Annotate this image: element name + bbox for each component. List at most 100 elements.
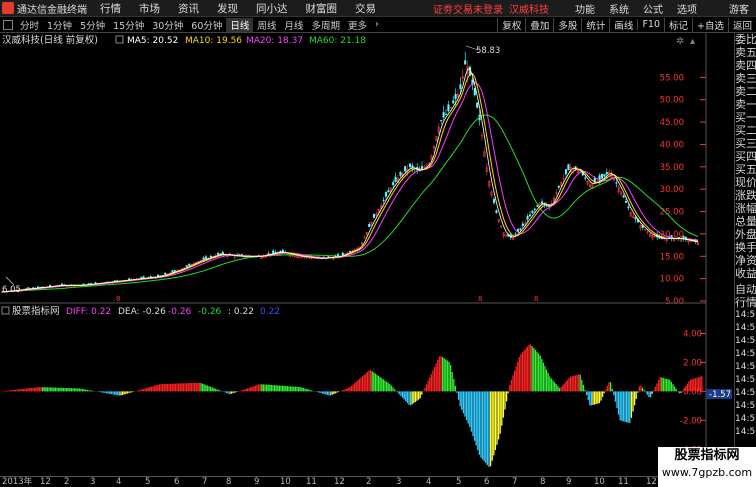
quote-panel-row: 14:56: [735, 427, 756, 437]
low-pointer: [5, 276, 15, 286]
candle-body: [531, 210, 534, 214]
candle-body: [514, 233, 517, 235]
candle-body: [548, 205, 551, 208]
back-button[interactable]: 返回: [727, 17, 756, 32]
date-tick: 2013年: [2, 477, 33, 487]
collapse-icon[interactable]: ▴: [690, 36, 695, 47]
menu-news[interactable]: 资讯: [169, 1, 208, 16]
overlay-button[interactable]: 叠加: [525, 17, 553, 32]
candle-body: [408, 163, 412, 168]
tab-5min[interactable]: 5分钟: [76, 18, 109, 32]
price-tick-label: 50.00: [660, 96, 684, 106]
quote-panel-row: 卖四: [735, 59, 756, 72]
tab-monthly[interactable]: 月线: [280, 18, 307, 32]
menu-system[interactable]: 系统: [602, 1, 636, 16]
date-tick: 4: [426, 477, 432, 487]
quote-panel-row: 卖二: [735, 85, 756, 98]
statistics-button[interactable]: 统计: [581, 17, 609, 32]
indicator-toggle-icon[interactable]: [1, 306, 10, 315]
quote-panel-row: 外盘: [735, 228, 756, 241]
date-tick: 12: [646, 477, 657, 487]
menu-market[interactable]: 市场: [130, 1, 169, 16]
indicator-dea: DEA: -0.26: [118, 307, 166, 317]
menu-trade[interactable]: 交易: [346, 1, 385, 16]
window-toggle-icon[interactable]: [3, 19, 13, 30]
quote-panel-row: 涨幅: [735, 202, 756, 215]
date-tick: 2: [64, 477, 70, 487]
candle-body: [660, 238, 664, 240]
indicator-name[interactable]: 股票指标网: [12, 305, 60, 317]
draw-line-button[interactable]: 画线: [609, 17, 637, 32]
low-label: 6.05: [2, 285, 21, 295]
quote-panel-row: 卖一: [735, 98, 756, 111]
multi-stock-button[interactable]: 多股: [553, 17, 581, 32]
menu-discover[interactable]: 发现: [208, 1, 247, 16]
menu-function[interactable]: 功能: [568, 1, 602, 16]
tab-daily[interactable]: 日线: [226, 17, 254, 32]
chart-area[interactable]: 汉威科技(日线 前复权) MA5: 20.52 MA10: 19.56 MA20…: [0, 33, 734, 476]
price-tick-label: 25.00: [660, 208, 684, 218]
tab-weekly[interactable]: 周线: [253, 18, 280, 32]
candle-body: [521, 223, 524, 226]
candle-body: [444, 113, 448, 115]
event-marker[interactable]: 8: [116, 295, 120, 303]
quote-panel-row: 14:56: [735, 349, 756, 359]
tab-15min[interactable]: 15分钟: [109, 18, 148, 32]
quote-panel-row: 净资: [735, 254, 756, 267]
menu-formula[interactable]: 公式: [636, 1, 670, 16]
candle-body: [495, 210, 498, 213]
quote-panel-row: 买二: [735, 124, 756, 137]
quote-panel-row: 14:56: [735, 401, 756, 411]
f10-button[interactable]: F10: [637, 19, 664, 30]
candle-body: [557, 185, 560, 188]
guest-user[interactable]: 游客: [722, 1, 756, 16]
quote-panel-row: 卖五: [735, 46, 756, 59]
price-tick-label: 30.00: [660, 185, 684, 195]
indicator-tick-label: -2.00: [680, 416, 702, 426]
candle-body: [279, 250, 282, 253]
menu-assistant[interactable]: 同小达: [247, 1, 297, 16]
candle-body: [394, 176, 397, 182]
candle-body: [368, 224, 371, 228]
candle-body: [634, 217, 637, 220]
quote-panel-row: 14:56: [735, 388, 756, 398]
candle-body: [622, 195, 625, 198]
date-tick: 7: [512, 477, 518, 487]
candle-body: [188, 263, 191, 266]
event-marker[interactable]: 8: [534, 295, 538, 303]
tab-multi-period[interactable]: 多周期: [307, 18, 344, 32]
date-tick: 7: [202, 477, 208, 487]
restore-rights-button[interactable]: 复权: [497, 17, 525, 32]
tab-60min[interactable]: 60分钟: [187, 18, 226, 32]
candle-body: [533, 208, 536, 210]
tab-more[interactable]: 更多: [344, 18, 371, 32]
add-watchlist-button[interactable]: +自选: [692, 17, 728, 32]
date-tick: 4: [116, 477, 122, 487]
quote-panel-row: 换手: [735, 241, 756, 254]
candle-body: [464, 60, 467, 65]
tab-1min[interactable]: 1分钟: [43, 18, 76, 32]
menu-options[interactable]: 选项: [670, 1, 704, 16]
app-logo-icon: [2, 2, 14, 14]
tab-intraday[interactable]: 分时: [16, 18, 43, 32]
indicator-value-3: : 0.22: [228, 307, 254, 317]
login-warning[interactable]: 证劵交易未登录: [433, 1, 503, 16]
candle-body: [348, 251, 352, 253]
menu-quotes[interactable]: 行情: [91, 1, 130, 16]
candles-group: [0, 51, 700, 294]
chevron-right-icon[interactable]: ›: [371, 19, 383, 30]
mark-button[interactable]: 标记: [664, 17, 692, 32]
date-tick: 2: [366, 477, 372, 487]
candle-body: [476, 102, 479, 108]
candle-body: [567, 164, 570, 170]
candle-body: [615, 182, 618, 184]
menu-wealth[interactable]: 财富圈: [297, 1, 347, 16]
price-tick-label: 40.00: [660, 140, 684, 150]
settings-icon[interactable]: ✲: [676, 36, 684, 47]
macd-histogram: [0, 344, 703, 467]
quote-panel: 委比 卖五 卖四 卖三 卖二 卖一 买一 买二 买三 买四 买五 现价 涨跌 涨幅 总量 外盘 换手 净资 收益 自动…: [734, 33, 756, 487]
main-chart-header: [0, 33, 734, 47]
tab-30min[interactable]: 30分钟: [148, 18, 187, 32]
date-axis: 2013年12234567891011122345678910111212: [0, 476, 695, 487]
event-marker[interactable]: 8: [478, 295, 482, 303]
